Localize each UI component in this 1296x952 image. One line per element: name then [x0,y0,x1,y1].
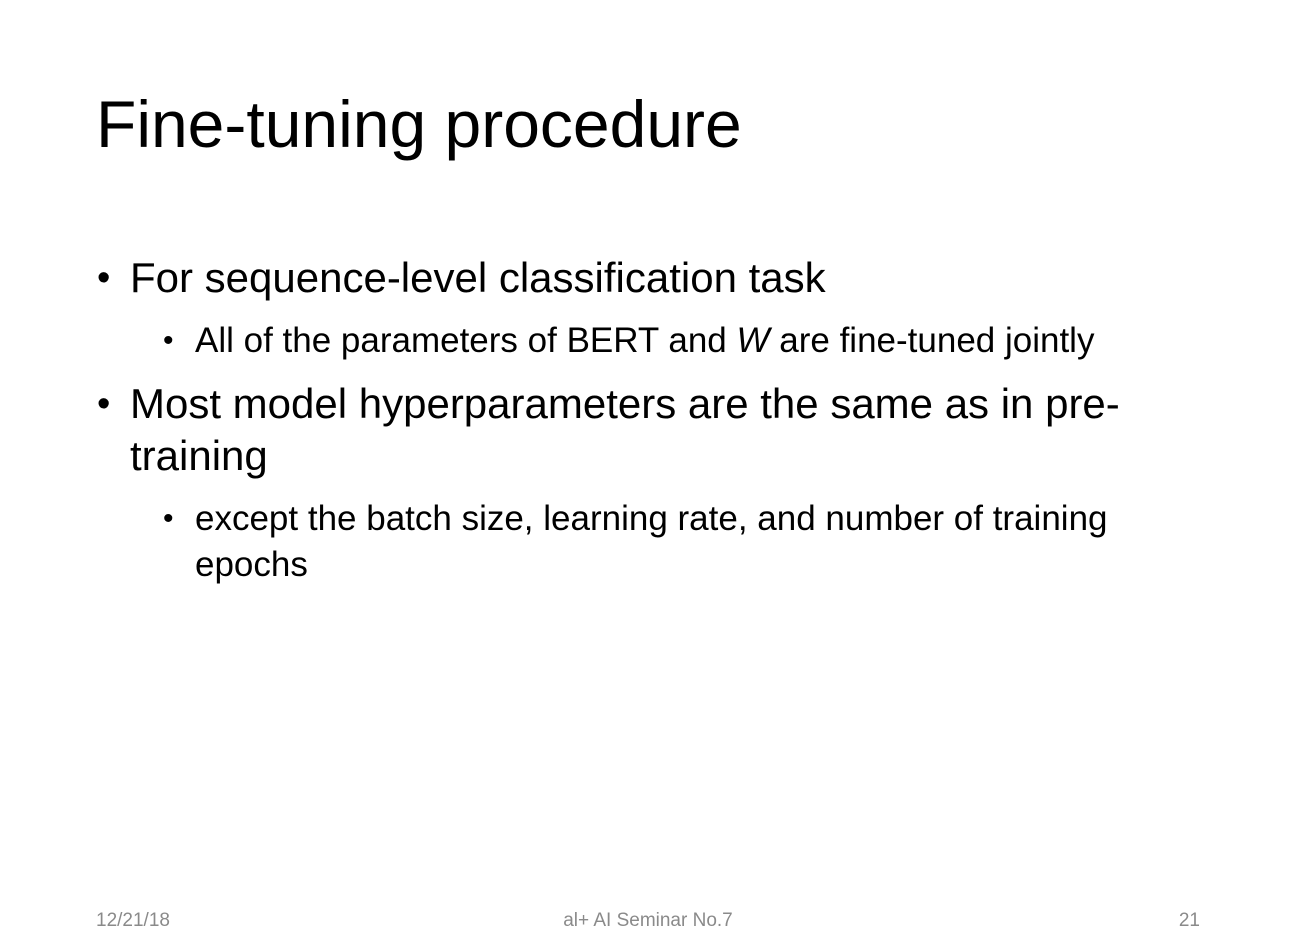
bullet-marker: • [163,324,174,357]
sub-bullet-text: except the batch size, learning rate, an… [195,499,1108,584]
bullet-item: • Most model hyperparameters are the sam… [96,378,1206,482]
footer-center-text: al+ AI Seminar No.7 [563,910,733,931]
bullet-item: • For sequence-level classification task [96,252,1206,304]
sub-bullet-item: • except the batch size, learning rate, … [161,496,1206,588]
footer-page-number: 21 [1178,910,1200,931]
sub-bullet-text-italic: W [736,321,770,360]
bullet-text: Most model hyperparameters are the same … [130,380,1120,479]
sub-bullet-item: • All of the parameters of BERT and W ar… [161,318,1206,364]
bullet-marker: • [97,257,111,299]
slide-content: • For sequence-level classification task… [96,252,1206,588]
sub-bullet-text-end: are fine-tuned jointly [769,321,1095,360]
bullet-marker: • [163,502,174,535]
slide: Fine-tuning procedure • For sequence-lev… [0,0,1296,952]
slide-title: Fine-tuning procedure [96,87,742,161]
sub-bullet-text-start: All of the parameters of BERT and [195,321,737,360]
bullet-text: For sequence-level classification task [130,254,826,301]
bullet-marker: • [97,383,111,425]
